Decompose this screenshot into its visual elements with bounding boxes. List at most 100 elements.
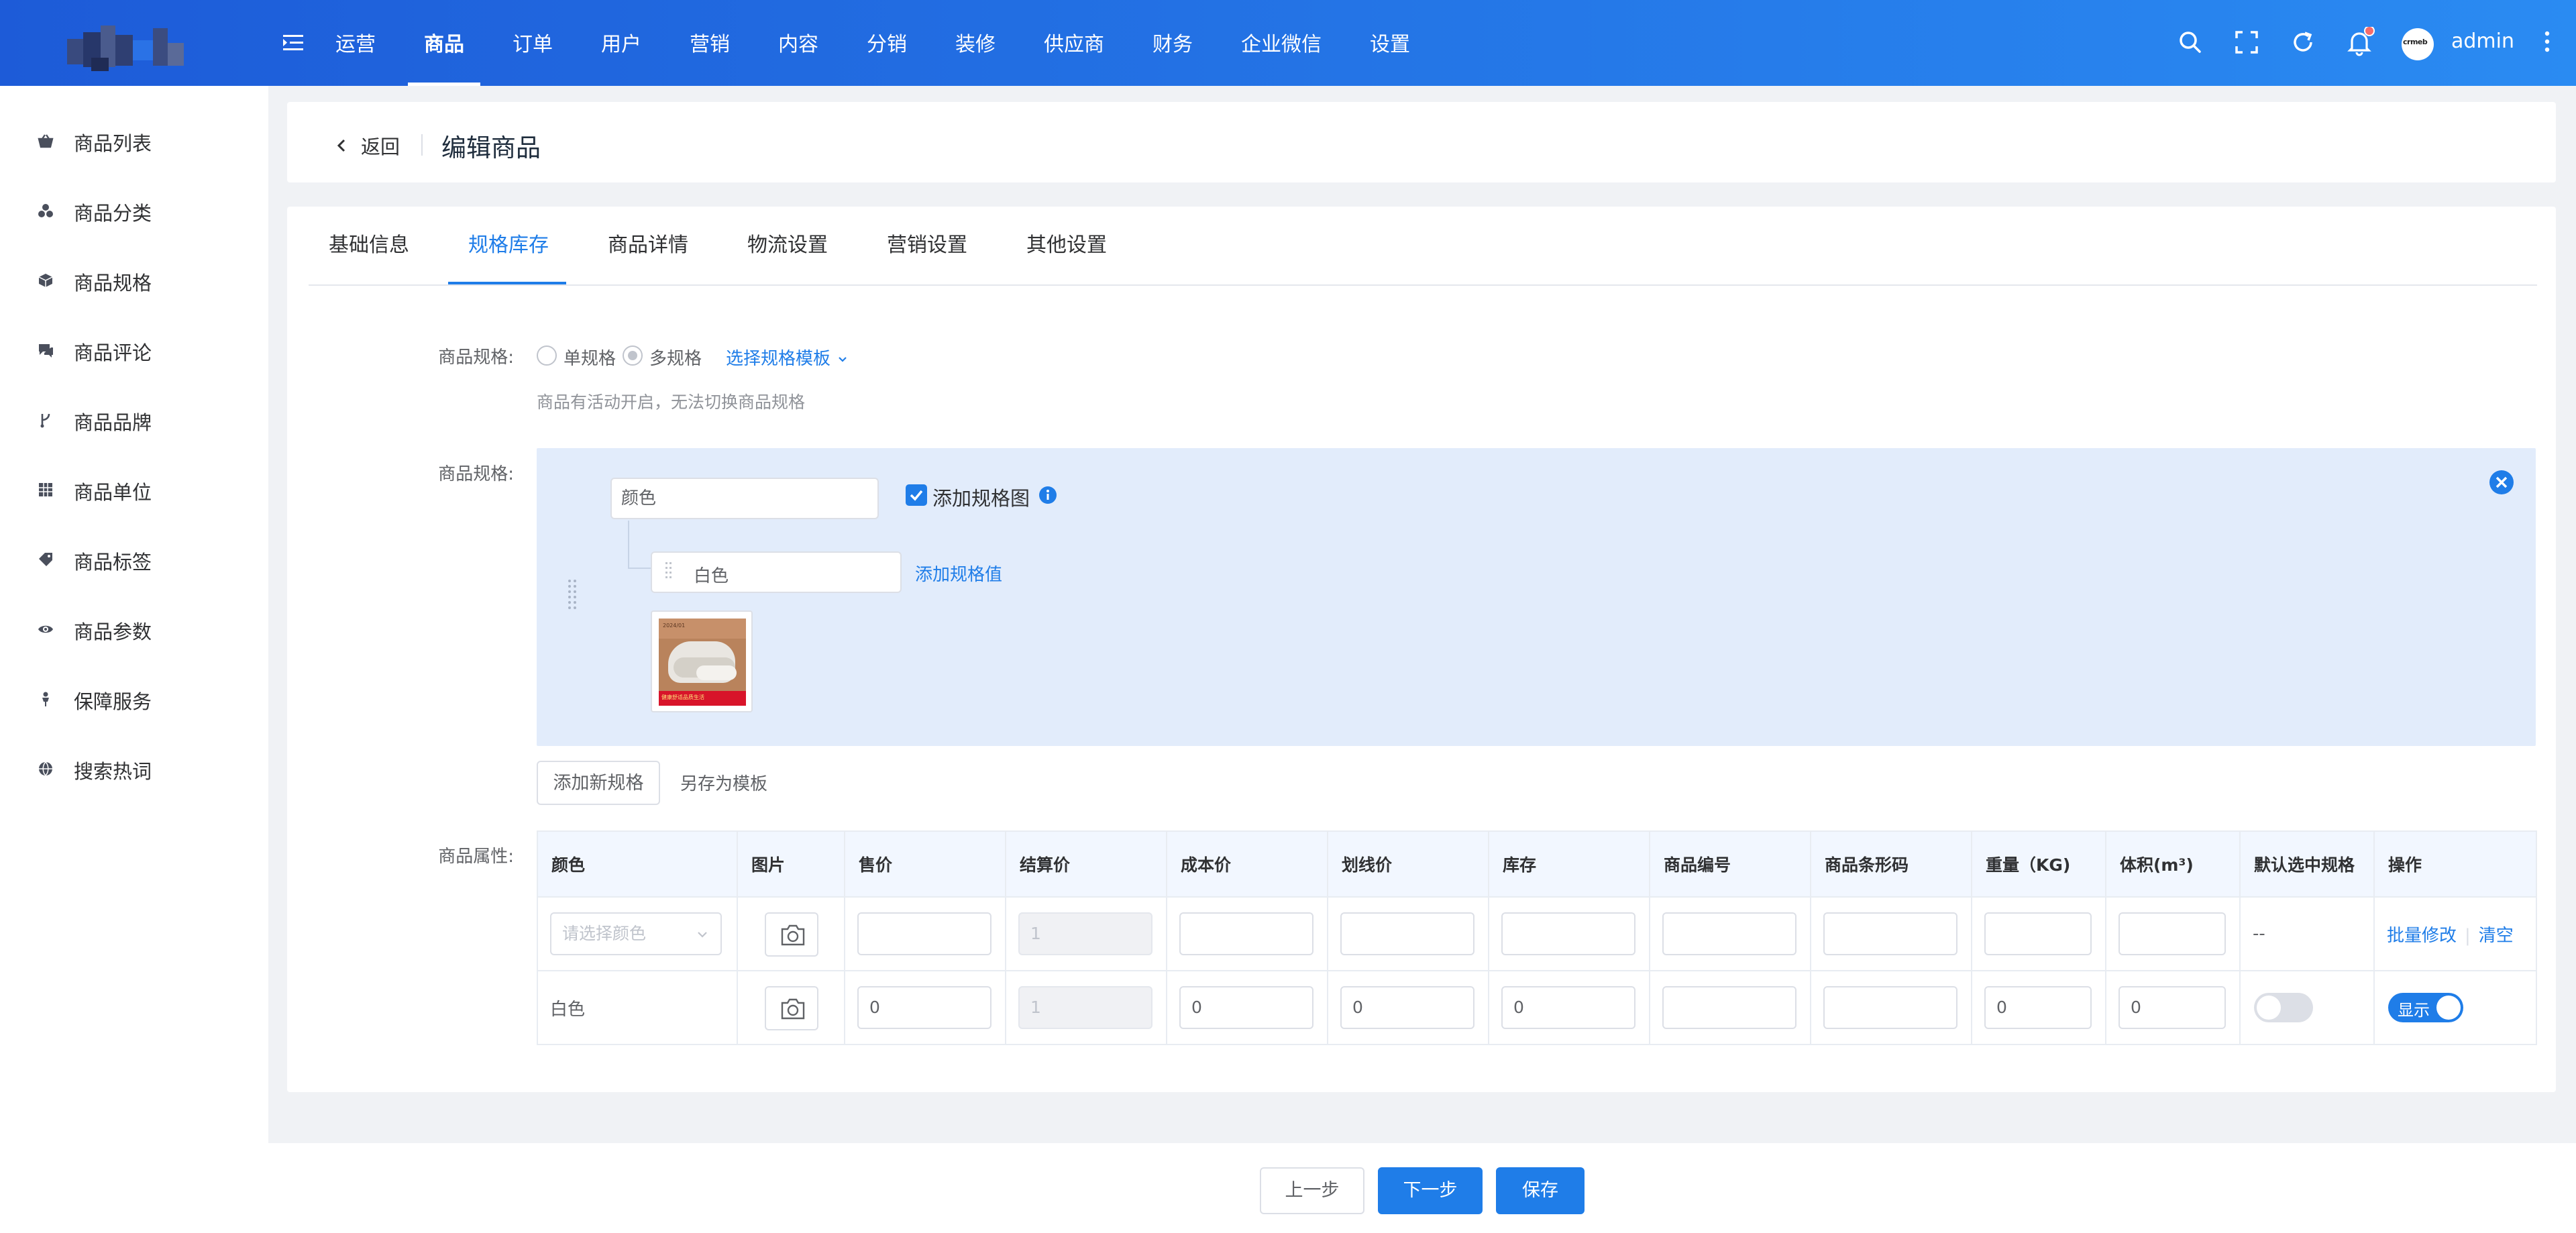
weight-input[interactable]: 0 [1984, 986, 2092, 1029]
sidebar-item-tag[interactable]: 商品标签 [0, 536, 268, 583]
price-input[interactable]: 0 [857, 986, 991, 1029]
nav-item[interactable]: 供应商 [1044, 0, 1104, 86]
back-button[interactable]: 返回 [331, 131, 400, 160]
info-icon[interactable] [1038, 486, 1057, 504]
save-as-template-button[interactable]: 另存为模板 [680, 770, 767, 795]
nav-item[interactable]: 财务 [1152, 0, 1193, 86]
add-spec-image-label[interactable]: 添加规格图 [932, 483, 1030, 511]
drag-handle-icon[interactable] [565, 578, 582, 610]
avatar[interactable]: crmeb [2402, 28, 2434, 60]
sidebar-item-spec[interactable]: 商品规格 [0, 257, 268, 304]
avatar-text: crmeb [2403, 38, 2428, 46]
chevron-down-icon [698, 932, 707, 938]
radio-single-label[interactable]: 单规格 [564, 345, 616, 370]
sidebar-item-unit[interactable]: 商品单位 [0, 466, 268, 513]
settle-price-input: 1 [1018, 986, 1152, 1029]
tab-spec-stock[interactable]: 规格库存 [468, 207, 549, 286]
stock-input[interactable]: 0 [1501, 986, 1635, 1029]
tab-logistics[interactable]: 物流设置 [747, 207, 828, 286]
default-spec-toggle[interactable] [2254, 993, 2313, 1022]
col-header: 颜色 [537, 830, 738, 898]
stock-input[interactable] [1501, 912, 1635, 955]
sidebar-item-category[interactable]: 商品分类 [0, 187, 268, 234]
value-drag-icon[interactable] [664, 561, 674, 584]
clear-link[interactable]: 清空 [2479, 926, 2514, 946]
link-divider: | [2465, 925, 2471, 946]
prev-step-button[interactable]: 上一步 [1260, 1167, 1364, 1214]
nav-item[interactable]: 商品 [408, 0, 480, 86]
nav-item[interactable]: 营销 [690, 0, 730, 86]
tab-basic[interactable]: 基础信息 [329, 207, 409, 286]
image-upload-button[interactable] [765, 912, 818, 957]
add-spec-image-checkbox[interactable] [906, 484, 927, 506]
batch-edit-link[interactable]: 批量修改 [2387, 926, 2457, 946]
bell-icon[interactable] [2344, 27, 2375, 58]
refresh-icon[interactable] [2288, 27, 2318, 58]
logo[interactable] [60, 19, 201, 72]
add-new-spec-button[interactable]: 添加新规格 [537, 761, 660, 805]
code-input[interactable] [1662, 912, 1796, 955]
divider [421, 134, 423, 156]
nav-item[interactable]: 内容 [778, 0, 818, 86]
volume-input[interactable] [2118, 912, 2226, 955]
select-template-dropdown[interactable]: 选择规格模板 [726, 345, 849, 370]
sidebar-item-service[interactable]: 保障服务 [0, 676, 268, 722]
basket-icon [38, 134, 54, 148]
brand-icon [40, 413, 50, 428]
search-icon[interactable] [2175, 27, 2206, 58]
spec-image-thumbnail[interactable]: 2024/01 健康舒适品质生活 [651, 610, 753, 712]
attr-label: 商品属性: [438, 847, 514, 867]
sidebar-item-label: 商品评论 [74, 341, 152, 364]
weight-input[interactable] [1984, 912, 2092, 955]
col-header: 默认选中规格 [2239, 830, 2375, 898]
header-card [287, 102, 2556, 182]
nav-item[interactable]: 装修 [955, 0, 996, 86]
add-spec-value-link[interactable]: 添加规格值 [915, 561, 1002, 586]
original-price-input[interactable]: 0 [1340, 986, 1474, 1029]
col-header: 结算价 [1005, 830, 1167, 898]
col-header: 商品条形码 [1810, 830, 1972, 898]
image-upload-button[interactable] [765, 986, 818, 1030]
save-button[interactable]: 保存 [1496, 1167, 1585, 1214]
color-select[interactable]: 请选择颜色 [550, 912, 722, 955]
sidebar-item-list[interactable]: 商品列表 [0, 117, 268, 164]
col-header: 图片 [737, 830, 845, 898]
cost-input[interactable]: 0 [1179, 986, 1313, 1029]
sidebar-item-comment[interactable]: 商品评论 [0, 327, 268, 374]
nav-item[interactable]: 设置 [1370, 0, 1410, 86]
col-header: 库存 [1488, 830, 1650, 898]
sidebar-item-hotword[interactable]: 搜索热词 [0, 745, 268, 792]
original-price-input[interactable] [1340, 912, 1474, 955]
menu-collapse-icon[interactable] [282, 31, 306, 55]
radio-multi-spec[interactable] [623, 345, 643, 366]
admin-name[interactable]: admin [2451, 30, 2514, 53]
next-step-button[interactable]: 下一步 [1378, 1167, 1483, 1214]
attr-table: 颜色 图片 售价 结算价 成本价 划线价 库存 商品编号 商品条形码 重量（KG… [537, 830, 2537, 1045]
price-input[interactable] [857, 912, 991, 955]
nav-item[interactable]: 订单 [513, 0, 553, 86]
show-toggle[interactable]: 显示 [2388, 993, 2463, 1022]
sidebar-item-brand[interactable]: 商品品牌 [0, 396, 268, 443]
spec-value-input[interactable]: 白色 [651, 551, 902, 593]
barcode-input[interactable] [1823, 986, 1957, 1029]
nav-item[interactable]: 用户 [601, 0, 641, 86]
nav-item[interactable]: 运营 [335, 0, 376, 86]
cost-input[interactable] [1179, 912, 1313, 955]
spec-value-text: 白色 [694, 566, 729, 586]
nav-item[interactable]: 分销 [867, 0, 907, 86]
show-toggle-label: 显示 [2398, 1001, 2430, 1020]
tab-other[interactable]: 其他设置 [1026, 207, 1107, 286]
tab-detail[interactable]: 商品详情 [608, 207, 688, 286]
sidebar-item-params[interactable]: 商品参数 [0, 606, 268, 653]
radio-multi-label[interactable]: 多规格 [649, 345, 702, 370]
barcode-input[interactable] [1823, 912, 1957, 955]
code-input[interactable] [1662, 986, 1796, 1029]
radio-single-spec[interactable] [537, 345, 557, 366]
close-icon[interactable] [2489, 470, 2514, 495]
nav-item[interactable]: 企业微信 [1241, 0, 1322, 86]
fullscreen-icon[interactable] [2231, 27, 2262, 58]
tab-marketing[interactable]: 营销设置 [887, 207, 967, 286]
volume-input[interactable]: 0 [2118, 986, 2226, 1029]
more-vertical-icon[interactable] [2532, 27, 2563, 58]
spec-name-input[interactable]: 颜色 [610, 478, 879, 519]
